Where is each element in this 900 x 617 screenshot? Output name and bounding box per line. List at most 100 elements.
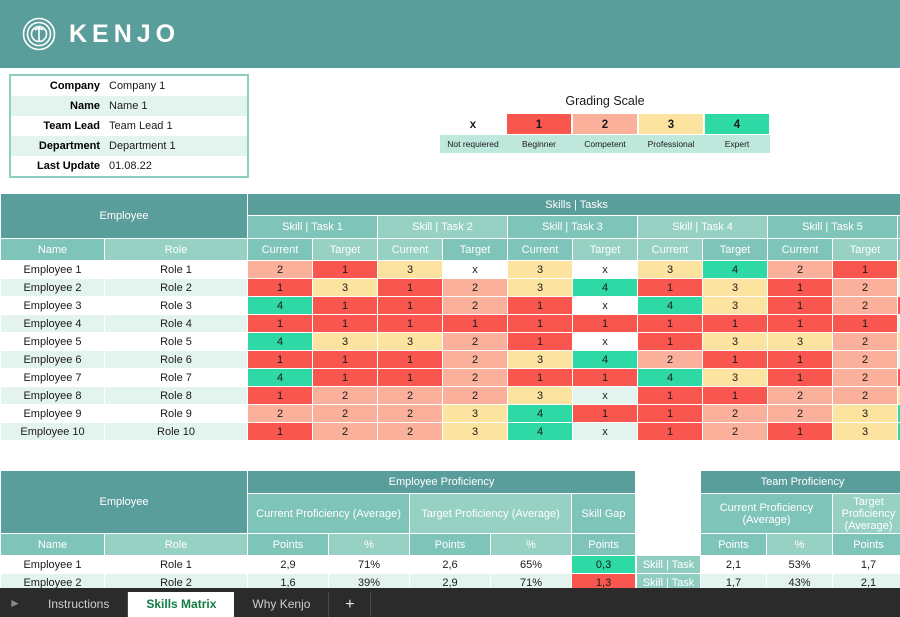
skill-current-4[interactable]: 1 — [637, 386, 704, 405]
skill-current-5[interactable]: 2 — [767, 260, 834, 279]
skill-current-3[interactable]: 1 — [507, 368, 574, 387]
employee-name[interactable]: Employee 7 — [0, 368, 105, 387]
skill-target-5[interactable]: 2 — [832, 368, 899, 387]
skill-target-3[interactable]: x — [572, 296, 639, 315]
skill-target-4[interactable]: 2 — [702, 404, 769, 423]
skill-target-4[interactable]: 3 — [702, 278, 769, 297]
skill-current-4[interactable]: 1 — [637, 404, 704, 423]
skill-target-5[interactable]: 2 — [832, 350, 899, 369]
skill-target-5[interactable]: 2 — [832, 332, 899, 351]
skill-target-2[interactable]: 2 — [442, 368, 509, 387]
skill-target-1[interactable]: 2 — [312, 404, 379, 423]
employee-name[interactable]: Employee 2 — [0, 278, 105, 297]
skill-target-3[interactable]: x — [572, 260, 639, 279]
skill-target-2[interactable]: 2 — [442, 350, 509, 369]
skill-current-5[interactable]: 2 — [767, 386, 834, 405]
employee-role[interactable]: Role 1 — [103, 555, 249, 574]
skill-current-1[interactable]: 4 — [247, 368, 314, 387]
skill-current-4[interactable]: 4 — [637, 368, 704, 387]
employee-name[interactable]: Employee 6 — [0, 350, 105, 369]
skill-current-5[interactable]: 1 — [767, 314, 834, 333]
skill-target-5[interactable]: 2 — [832, 386, 899, 405]
skill-target-2[interactable]: 2 — [442, 332, 509, 351]
skill-target-3[interactable]: 1 — [572, 368, 639, 387]
skill-current-2[interactable]: 2 — [377, 404, 444, 423]
employee-name[interactable]: Employee 9 — [0, 404, 105, 423]
skill-target-2[interactable]: 2 — [442, 386, 509, 405]
skill-target-5[interactable]: 1 — [832, 314, 899, 333]
employee-role[interactable]: Role 1 — [103, 260, 249, 279]
skill-current-5[interactable]: 1 — [767, 278, 834, 297]
skill-current-2[interactable]: 2 — [377, 386, 444, 405]
skill-current-2[interactable]: 3 — [377, 260, 444, 279]
skill-current-3[interactable]: 4 — [507, 422, 574, 441]
skill-target-3[interactable]: x — [572, 386, 639, 405]
skill-current-2[interactable]: 1 — [377, 368, 444, 387]
skill-target-1[interactable]: 2 — [312, 422, 379, 441]
skill-target-5[interactable]: 1 — [832, 260, 899, 279]
skill-current-5[interactable]: 1 — [767, 296, 834, 315]
skill-target-4[interactable]: 2 — [702, 422, 769, 441]
skill-current-1[interactable]: 1 — [247, 278, 314, 297]
skill-target-2[interactable]: 3 — [442, 422, 509, 441]
skill-current-4[interactable]: 1 — [637, 278, 704, 297]
info-value[interactable]: Team Lead 1 — [107, 120, 173, 132]
skill-target-4[interactable]: 1 — [702, 314, 769, 333]
skill-target-4[interactable]: 4 — [702, 260, 769, 279]
skill-target-1[interactable]: 3 — [312, 278, 379, 297]
skill-target-4[interactable]: 3 — [702, 368, 769, 387]
employee-role[interactable]: Role 4 — [103, 314, 249, 333]
skill-current-4[interactable]: 1 — [637, 314, 704, 333]
employee-role[interactable]: Role 8 — [103, 386, 249, 405]
skill-current-3[interactable]: 3 — [507, 278, 574, 297]
employee-role[interactable]: Role 2 — [103, 278, 249, 297]
skill-current-4[interactable]: 1 — [637, 422, 704, 441]
skill-target-1[interactable]: 2 — [312, 386, 379, 405]
skill-target-3[interactable]: 1 — [572, 314, 639, 333]
skill-target-5[interactable]: 2 — [832, 278, 899, 297]
sheet-tab-why-kenjo[interactable]: Why Kenjo — [234, 592, 330, 617]
skill-current-4[interactable]: 2 — [637, 350, 704, 369]
employee-name[interactable]: Employee 1 — [0, 555, 105, 574]
skill-current-2[interactable]: 1 — [377, 278, 444, 297]
skill-target-5[interactable]: 2 — [832, 296, 899, 315]
employee-name[interactable]: Employee 8 — [0, 386, 105, 405]
employee-role[interactable]: Role 3 — [103, 296, 249, 315]
skill-target-4[interactable]: 1 — [702, 386, 769, 405]
skill-target-3[interactable]: 4 — [572, 278, 639, 297]
skill-current-1[interactable]: 4 — [247, 296, 314, 315]
skill-target-2[interactable]: 3 — [442, 404, 509, 423]
skill-target-1[interactable]: 1 — [312, 368, 379, 387]
skill-task-label[interactable]: Skill | Task — [636, 555, 701, 574]
skill-current-5[interactable]: 1 — [767, 368, 834, 387]
skill-current-4[interactable]: 3 — [637, 260, 704, 279]
employee-name[interactable]: Employee 5 — [0, 332, 105, 351]
skill-current-5[interactable]: 2 — [767, 404, 834, 423]
skill-current-1[interactable]: 1 — [247, 314, 314, 333]
skill-target-1[interactable]: 3 — [312, 332, 379, 351]
skill-current-4[interactable]: 1 — [637, 332, 704, 351]
skill-current-2[interactable]: 2 — [377, 422, 444, 441]
skill-target-3[interactable]: 4 — [572, 350, 639, 369]
skill-target-1[interactable]: 1 — [312, 296, 379, 315]
employee-name[interactable]: Employee 3 — [0, 296, 105, 315]
skill-target-4[interactable]: 1 — [702, 350, 769, 369]
employee-name[interactable]: Employee 4 — [0, 314, 105, 333]
info-value[interactable]: 01.08.22 — [107, 160, 152, 172]
play-right-icon[interactable]: ► — [0, 588, 30, 617]
employee-role[interactable]: Role 7 — [103, 368, 249, 387]
skill-current-3[interactable]: 1 — [507, 332, 574, 351]
employee-name[interactable]: Employee 10 — [0, 422, 105, 441]
skill-current-1[interactable]: 1 — [247, 422, 314, 441]
skill-target-4[interactable]: 3 — [702, 332, 769, 351]
skill-current-1[interactable]: 2 — [247, 404, 314, 423]
skill-target-3[interactable]: x — [572, 332, 639, 351]
skill-current-3[interactable]: 3 — [507, 386, 574, 405]
skill-target-1[interactable]: 1 — [312, 260, 379, 279]
skill-target-1[interactable]: 1 — [312, 350, 379, 369]
skill-current-1[interactable]: 1 — [247, 386, 314, 405]
skill-current-3[interactable]: 3 — [507, 350, 574, 369]
sheet-tab-instructions[interactable]: Instructions — [30, 592, 129, 617]
skill-current-2[interactable]: 3 — [377, 332, 444, 351]
skill-current-5[interactable]: 1 — [767, 350, 834, 369]
